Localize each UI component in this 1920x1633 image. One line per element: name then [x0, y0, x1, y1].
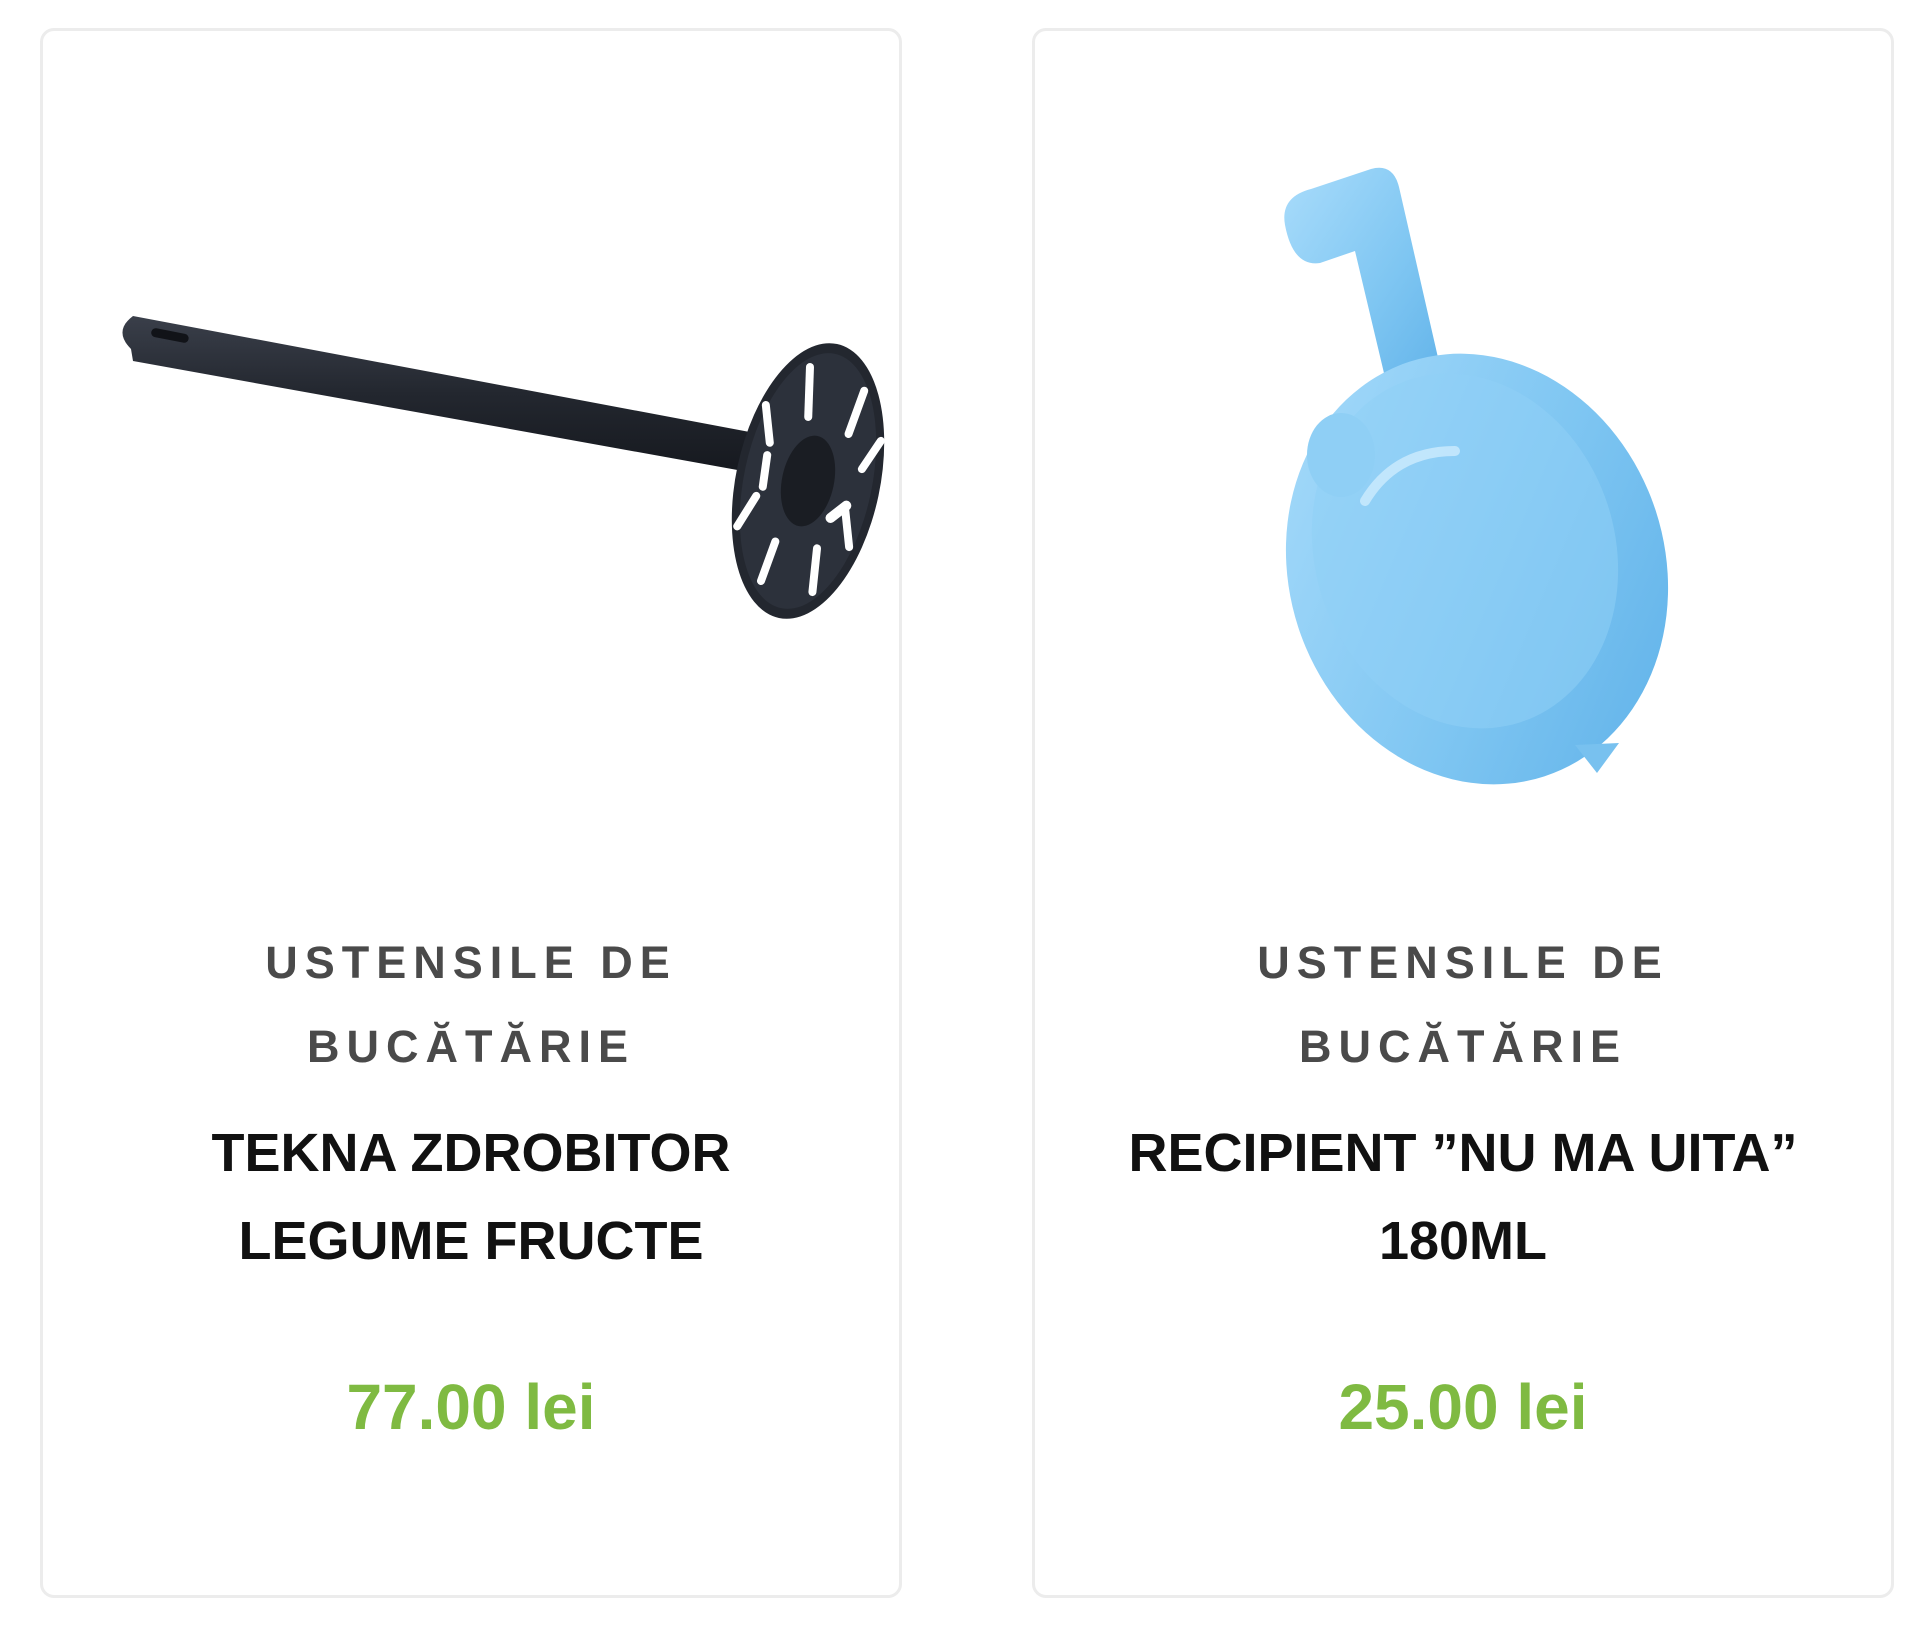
- potato-masher-image: [122, 316, 885, 619]
- product-card[interactable]: USTENSILE DE BUCĂTĂRIE RECIPIENT ”NU MA …: [1032, 28, 1894, 1598]
- product-card[interactable]: USTENSILE DE BUCĂTĂRIE TEKNA ZDROBITOR L…: [40, 28, 902, 1598]
- blue-container-image: [1284, 167, 1669, 785]
- product-category: USTENSILE DE BUCĂTĂRIE: [1257, 937, 1669, 1072]
- product-category: USTENSILE DE BUCĂTĂRIE: [265, 937, 677, 1072]
- product-image-link[interactable]: [43, 31, 899, 851]
- product-title[interactable]: RECIPIENT ”NU MA UITA” 180ML: [1095, 1109, 1831, 1285]
- product-price: 25.00 lei: [1338, 1371, 1588, 1443]
- product-price: 77.00 lei: [346, 1371, 596, 1443]
- product-image-link[interactable]: [1035, 31, 1891, 851]
- product-title[interactable]: TEKNA ZDROBITOR LEGUME FRUCTE: [103, 1109, 839, 1285]
